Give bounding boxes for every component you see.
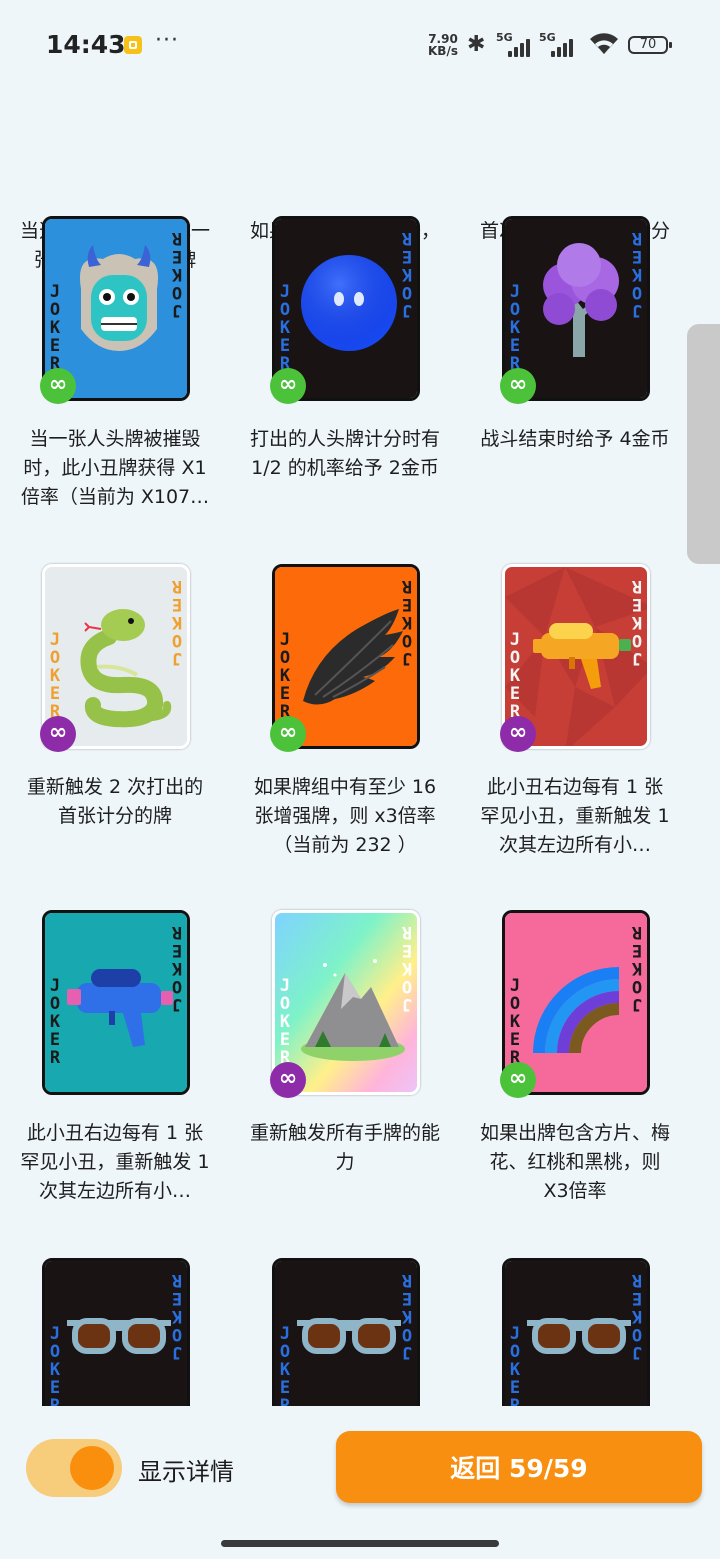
joker-text-left: JOKER	[49, 1324, 61, 1406]
infinity-badge-icon: ∞	[40, 368, 76, 404]
joker-text-right: JOKER	[631, 576, 643, 668]
bottom-bar: 显示详情 返回 59/59	[0, 1406, 720, 1559]
joker-description: 打出的人头牌计分时有 1/2 的机率给予 2金币	[249, 428, 440, 479]
joker-text-left: JOKER	[509, 282, 521, 374]
app-notification-icon	[124, 36, 142, 54]
joker-text-right: JOKER	[171, 576, 183, 668]
joker-text-right: JOKER	[401, 1270, 413, 1362]
joker-description: 重新触发所有手牌的能力	[249, 1122, 440, 1173]
joker-text-right: JOKER	[171, 228, 183, 320]
joker-description: 当一张人头牌被摧毁时，此小丑牌获得 X1倍率（当前为 X107…	[20, 428, 210, 508]
joker-text-left: JOKER	[279, 1324, 291, 1406]
infinity-badge-icon: ∞	[500, 1062, 536, 1098]
joker-text-right: JOKER	[631, 228, 643, 320]
joker-text-right: JOKER	[401, 576, 413, 668]
infinity-badge-icon: ∞	[500, 368, 536, 404]
joker-text-right: JOKER	[631, 922, 643, 1014]
joker-card[interactable]: JOKER JOKER	[42, 910, 190, 1095]
scrollbar-thumb[interactable]	[687, 324, 720, 564]
joker-text-right: JOKER	[631, 1270, 643, 1362]
blue-water-gun-icon	[45, 913, 187, 1092]
infinity-badge-icon: ∞	[270, 716, 306, 752]
sunglasses-icon	[275, 1261, 417, 1406]
status-bar: 14:43 ··· 7.90 KB/s ✱ 5G 5G 70	[0, 0, 720, 90]
infinity-badge-icon: ∞	[40, 716, 76, 752]
joker-text-left: JOKER	[49, 630, 61, 722]
joker-card[interactable]: JOKER JOKER	[502, 1258, 650, 1406]
bluetooth-icon: ✱	[467, 32, 486, 57]
show-details-label: 显示详情	[138, 1458, 234, 1486]
infinity-badge-icon: ∞	[270, 1062, 306, 1098]
joker-text-left: JOKER	[509, 976, 521, 1068]
joker-text-left: JOKER	[279, 282, 291, 374]
joker-description: 如果牌组中有至少 16 张增强牌，则 x3倍率（当前为 232 ）	[253, 776, 437, 856]
joker-text-left: JOKER	[509, 1324, 521, 1406]
joker-collection-list[interactable]: 当选择战斗时，生成一张负片'眼镜'小丑牌如果出牌中包含顺子，则 +100筹码首次…	[0, 78, 720, 1406]
sunglasses-icon	[505, 1261, 647, 1406]
wifi-icon	[590, 33, 618, 54]
joker-text-right: JOKER	[401, 922, 413, 1014]
sunglasses-icon	[45, 1261, 187, 1406]
joker-text-left: JOKER	[49, 976, 61, 1068]
more-notifications-icon: ···	[155, 28, 179, 53]
toggle-knob	[70, 1446, 114, 1490]
infinity-badge-icon: ∞	[270, 368, 306, 404]
home-indicator[interactable]	[221, 1540, 499, 1547]
joker-description: 此小丑右边每有 1 张罕见小丑，重新触发 1 次其左边所有小…	[480, 776, 670, 856]
joker-text-left: JOKER	[279, 976, 291, 1068]
joker-card[interactable]: JOKER JOKER	[272, 1258, 420, 1406]
joker-text-left: JOKER	[49, 282, 61, 374]
joker-text-right: JOKER	[401, 228, 413, 320]
infinity-badge-icon: ∞	[500, 716, 536, 752]
status-time: 14:43	[46, 30, 126, 59]
joker-text-left: JOKER	[279, 630, 291, 722]
joker-text-right: JOKER	[171, 1270, 183, 1362]
joker-description: 重新触发 2 次打出的首张计分的牌	[26, 776, 204, 827]
network-speed: 7.90 KB/s	[428, 32, 458, 58]
show-details-toggle[interactable]	[26, 1439, 122, 1497]
joker-description: 此小丑右边每有 1 张罕见小丑，重新触发 1 次其左边所有小…	[20, 1122, 210, 1202]
joker-text-left: JOKER	[509, 630, 521, 722]
joker-description: 战斗结束时给予 4金币	[480, 428, 670, 450]
joker-text-right: JOKER	[171, 922, 183, 1014]
joker-description: 如果出牌包含方片、梅花、红桃和黑桃，则 X3倍率	[479, 1122, 670, 1202]
battery-icon: 70	[628, 36, 672, 54]
joker-card[interactable]: JOKER JOKER	[42, 1258, 190, 1406]
return-button[interactable]: 返回 59/59	[336, 1431, 702, 1503]
